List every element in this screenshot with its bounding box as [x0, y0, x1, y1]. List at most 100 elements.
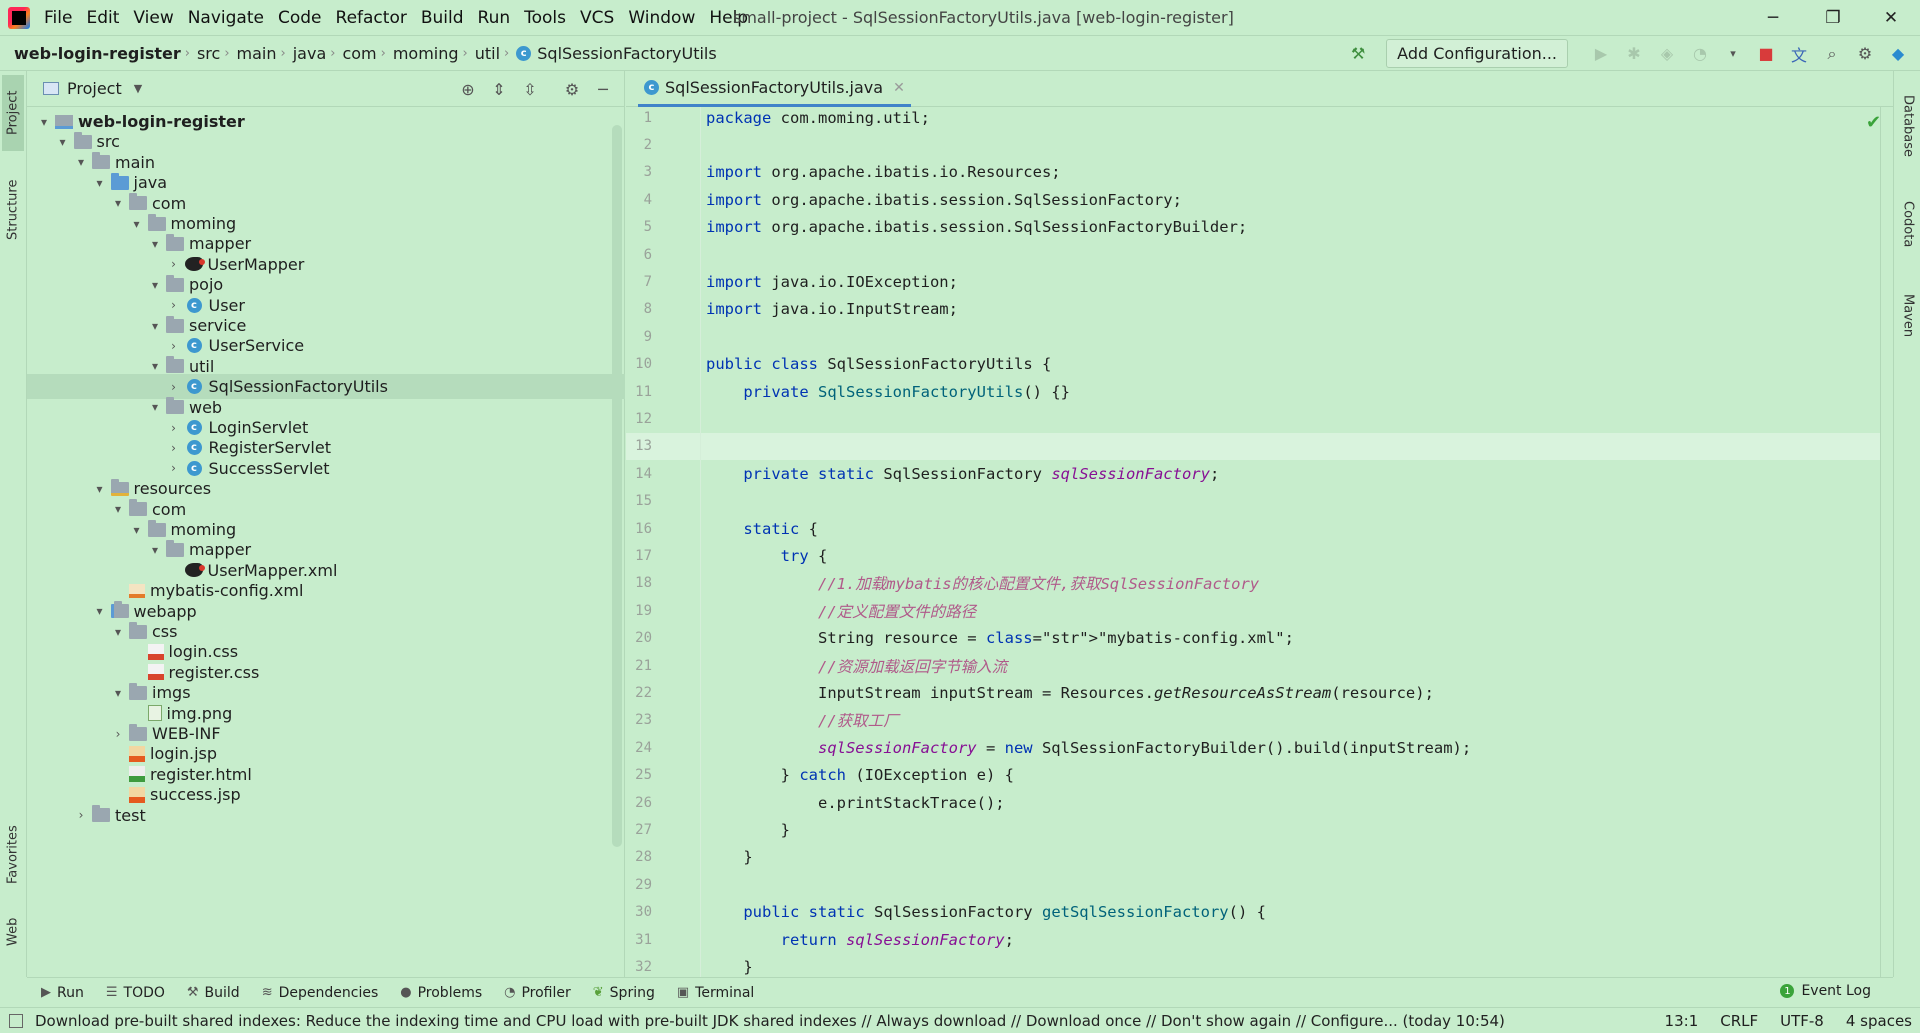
build-hammer-icon[interactable]: ⚒ — [1344, 40, 1372, 68]
search-icon[interactable]: ⌕ — [1818, 40, 1846, 68]
chevron-right-icon[interactable]: › — [165, 441, 183, 455]
expand-all-icon[interactable]: ⇕ — [485, 80, 513, 99]
tool-dependencies[interactable]: ≋ Dependencies — [262, 985, 379, 1001]
breadcrumb-item[interactable]: main — [237, 44, 277, 63]
plugin-logo-icon[interactable]: ◆ — [1884, 40, 1912, 68]
chevron-down-icon[interactable]: ▾ — [35, 115, 53, 129]
file-encoding[interactable]: UTF-8 — [1780, 1012, 1824, 1030]
code-line[interactable]: 19 //定义配置文件的路径 — [626, 597, 1881, 624]
menu-edit[interactable]: Edit — [86, 8, 119, 28]
breadcrumb-item[interactable]: util — [475, 44, 500, 63]
code-line[interactable]: 5 import org.apache.ibatis.session.SqlSes… — [626, 214, 1881, 241]
tool-build[interactable]: ⚒ Build — [187, 985, 240, 1001]
tree-item[interactable]: › test — [27, 803, 625, 828]
code-line[interactable]: 28 } — [626, 844, 1881, 871]
menu-view[interactable]: View — [133, 8, 173, 28]
run-icon[interactable]: ▶ — [1587, 40, 1615, 68]
code-editor[interactable]: 1 package com.moming.util; 2 3 import org.ap… — [626, 107, 1893, 977]
caret-position[interactable]: 13:1 — [1665, 1012, 1699, 1030]
menu-refactor[interactable]: Refactor — [336, 8, 407, 28]
code-line[interactable]: 16 static { — [626, 515, 1881, 542]
code-line[interactable]: 25 } catch (IOException e) { — [626, 762, 1881, 789]
tab-favorites[interactable]: Favorites — [2, 813, 24, 897]
chevron-down-icon[interactable]: ▾ — [54, 135, 72, 149]
tool-problems[interactable]: ● Problems — [400, 985, 482, 1001]
breadcrumb-item[interactable]: moming — [393, 44, 459, 63]
collapse-all-icon[interactable]: ⇳ — [516, 80, 544, 99]
chevron-down-icon[interactable]: ▾ — [109, 502, 127, 516]
code-line[interactable]: 8 import java.io.InputStream; — [626, 296, 1881, 323]
code-line[interactable]: 22 InputStream inputStream = Resources.g… — [626, 679, 1881, 706]
line-separator[interactable]: CRLF — [1720, 1012, 1758, 1030]
chevron-right-icon[interactable]: › — [109, 727, 127, 741]
tool-spring[interactable]: ❦ Spring — [593, 985, 655, 1001]
run-dropdown-chevron-icon[interactable]: ▾ — [1719, 40, 1747, 68]
breadcrumb-item[interactable]: java — [293, 44, 327, 63]
status-toggle-icon[interactable] — [9, 1013, 23, 1028]
stop-icon[interactable]: ■ — [1752, 40, 1780, 68]
chevron-down-icon[interactable]: ▾ — [109, 686, 127, 700]
indent-setting[interactable]: 4 spaces — [1846, 1012, 1912, 1030]
tab-database[interactable]: Database — [1897, 85, 1919, 167]
code-line[interactable]: 9 — [626, 323, 1881, 350]
gear-icon[interactable]: ⚙ — [1851, 40, 1879, 68]
locate-file-icon[interactable]: ⊕ — [454, 80, 482, 99]
chevron-down-icon[interactable]: ▾ — [91, 604, 109, 618]
menu-build[interactable]: Build — [421, 8, 464, 28]
code-line[interactable]: 21 //资源加载返回字节输入流 — [626, 652, 1881, 679]
code-line[interactable]: 13 — [626, 432, 1881, 461]
chevron-right-icon[interactable]: › — [72, 808, 90, 822]
hide-panel-icon[interactable]: ─ — [589, 80, 617, 99]
minimize-icon[interactable]: ─ — [1750, 4, 1796, 32]
tool-profiler[interactable]: ◔ Profiler — [504, 985, 571, 1001]
code-line[interactable]: 10 public class SqlSessionFactoryUtils { — [626, 351, 1881, 378]
editor-tab-active[interactable]: c SqlSessionFactoryUtils.java ✕ — [638, 71, 911, 107]
tool-run[interactable]: ▶ Run — [41, 985, 84, 1001]
chevron-right-icon[interactable]: › — [165, 380, 183, 394]
chevron-down-icon[interactable]: ▾ — [128, 217, 146, 231]
code-line[interactable]: 6 — [626, 241, 1881, 268]
chevron-down-icon[interactable]: ▾ — [109, 625, 127, 639]
code-line[interactable]: 14 private static SqlSessionFactory sqlS… — [626, 460, 1881, 487]
chevron-right-icon[interactable]: › — [165, 257, 183, 271]
chevron-right-icon[interactable]: › — [165, 298, 183, 312]
breadcrumb-item[interactable]: com — [342, 44, 376, 63]
code-line[interactable]: 26 e.printStackTrace(); — [626, 789, 1881, 816]
chevron-down-icon[interactable]: ▾ — [146, 278, 164, 292]
code-line[interactable]: 4 import org.apache.ibatis.session.SqlSes… — [626, 186, 1881, 213]
profile-icon[interactable]: ◔ — [1686, 40, 1714, 68]
chevron-down-icon[interactable]: ▾ — [128, 523, 146, 537]
code-line[interactable]: 7 import java.io.IOException; — [626, 268, 1881, 295]
translate-icon[interactable]: 文 — [1785, 40, 1813, 68]
code-line[interactable]: 27 } — [626, 816, 1881, 843]
menu-window[interactable]: Window — [628, 8, 695, 28]
close-tab-icon[interactable]: ✕ — [893, 80, 905, 96]
chevron-down-icon[interactable]: ▾ — [91, 482, 109, 496]
status-message[interactable]: Download pre-built shared indexes: Reduc… — [35, 1012, 1505, 1030]
code-line[interactable]: 18 //1.加载mybatis的核心配置文件,获取SqlSessionFact… — [626, 570, 1881, 597]
coverage-icon[interactable]: ◈ — [1653, 40, 1681, 68]
project-view-selector[interactable]: Project ▼ — [43, 79, 142, 98]
breadcrumb-item[interactable]: src — [197, 44, 220, 63]
menu-navigate[interactable]: Navigate — [188, 8, 264, 28]
tab-codota[interactable]: Codota — [1897, 187, 1919, 261]
chevron-down-icon[interactable]: ▾ — [146, 400, 164, 414]
code-line[interactable]: 2 — [626, 131, 1881, 158]
menu-file[interactable]: File — [44, 8, 72, 28]
menu-tools[interactable]: Tools — [524, 8, 566, 28]
code-line[interactable]: 29 — [626, 871, 1881, 898]
code-line[interactable]: 23 //获取工厂 — [626, 707, 1881, 734]
restore-icon[interactable]: ❐ — [1810, 4, 1856, 32]
debug-icon[interactable]: ✱ — [1620, 40, 1648, 68]
add-configuration-button[interactable]: Add Configuration... — [1386, 39, 1568, 68]
chevron-down-icon[interactable]: ▾ — [72, 155, 90, 169]
breadcrumb-item[interactable]: web-login-register — [14, 44, 181, 63]
chevron-right-icon[interactable]: › — [165, 461, 183, 475]
tab-maven[interactable]: Maven — [1897, 281, 1919, 351]
code-line[interactable]: 15 — [626, 488, 1881, 515]
tab-structure[interactable]: Structure — [2, 167, 24, 253]
code-line[interactable]: 17 try { — [626, 542, 1881, 569]
chevron-down-icon[interactable]: ▾ — [146, 319, 164, 333]
code-line[interactable]: 32 } — [626, 953, 1881, 977]
event-log-button[interactable]: 1 Event Log — [1780, 983, 1871, 999]
